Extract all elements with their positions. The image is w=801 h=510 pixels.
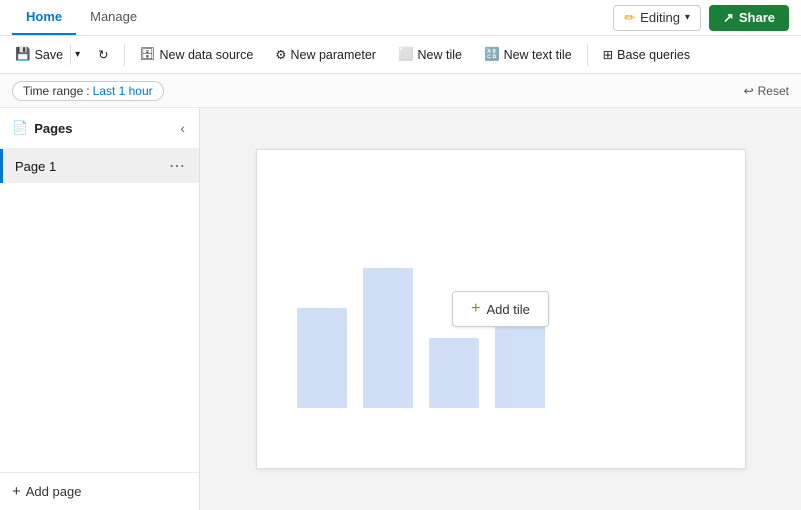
tile-icon: ⬜	[398, 47, 414, 62]
save-dropdown-button[interactable]: ▾	[70, 44, 85, 65]
time-range-value: Last 1 hour	[93, 84, 153, 98]
save-button-group: 💾 Save ▾	[8, 42, 85, 67]
new-tile-label: New tile	[418, 48, 462, 62]
parameter-icon: ⚙	[275, 47, 286, 62]
bar-1	[297, 308, 347, 408]
new-data-source-button[interactable]: 🗄 New data source	[131, 42, 263, 67]
add-page-plus-icon: +	[12, 483, 21, 500]
add-page-button[interactable]: + Add page	[12, 483, 81, 500]
tab-manage[interactable]: Manage	[76, 0, 151, 35]
tab-home[interactable]: Home	[12, 0, 76, 35]
filter-bar: Time range : Last 1 hour ↩ Reset	[0, 74, 801, 108]
page1-more-icon[interactable]: ⋯	[167, 156, 187, 176]
toolbar-divider-1	[124, 44, 125, 66]
bar-3	[429, 338, 479, 408]
canvas-page: + Add tile	[256, 149, 746, 469]
new-data-source-label: New data source	[159, 48, 253, 62]
toolbar-divider-2	[587, 44, 588, 66]
datasource-icon: 🗄	[140, 47, 156, 62]
new-text-tile-button[interactable]: 🔠 New text tile	[475, 42, 581, 67]
chevron-down-icon: ▾	[685, 12, 690, 23]
pages-icon: 📄	[12, 120, 28, 136]
sidebar-footer: + Add page	[0, 472, 199, 510]
add-tile-plus-icon: +	[471, 300, 480, 318]
chart-illustration	[297, 268, 545, 408]
share-label: Share	[739, 10, 775, 25]
reset-icon: ↩	[744, 84, 754, 98]
base-queries-button[interactable]: ⊞ Base queries	[594, 42, 699, 67]
editing-label: Editing	[640, 10, 680, 25]
new-tile-button[interactable]: ⬜ New tile	[389, 42, 471, 67]
base-queries-label: Base queries	[617, 48, 690, 62]
pages-title: Pages	[34, 121, 72, 136]
queries-icon: ⊞	[603, 47, 613, 62]
sidebar-collapse-button[interactable]: ‹	[178, 118, 187, 138]
save-main-button[interactable]: 💾 Save	[8, 42, 70, 67]
sidebar: 📄 Pages ‹ Page 1 ⋯ + Add page	[0, 108, 200, 510]
time-range-separator: :	[86, 84, 89, 98]
time-range-prefix: Time range	[23, 84, 83, 98]
toolbar: 💾 Save ▾ ↻ 🗄 New data source ⚙ New param…	[0, 36, 801, 74]
new-parameter-button[interactable]: ⚙ New parameter	[266, 42, 385, 67]
save-label: Save	[35, 48, 64, 62]
save-icon: 💾	[15, 47, 31, 62]
sidebar-header: 📄 Pages ‹	[0, 108, 199, 149]
sidebar-item-page1[interactable]: Page 1 ⋯	[0, 149, 199, 183]
top-right-actions: ✏ Editing ▾ ↗ Share	[613, 5, 789, 31]
share-button[interactable]: ↗ Share	[709, 5, 789, 31]
editing-button[interactable]: ✏ Editing ▾	[613, 5, 701, 31]
refresh-button[interactable]: ↻	[89, 42, 117, 67]
reset-label: Reset	[758, 84, 789, 98]
share-icon: ↗	[723, 10, 734, 26]
canvas-area: + Add tile	[200, 108, 801, 510]
pages-title-group: 📄 Pages	[12, 120, 73, 136]
tab-bar: Home Manage	[12, 0, 151, 35]
refresh-icon: ↻	[98, 47, 108, 62]
page1-label: Page 1	[15, 159, 56, 174]
new-text-tile-label: New text tile	[504, 48, 572, 62]
bar-2	[363, 268, 413, 408]
pencil-icon: ✏	[624, 10, 635, 26]
add-tile-label: Add tile	[486, 302, 529, 317]
main-layout: 📄 Pages ‹ Page 1 ⋯ + Add page	[0, 108, 801, 510]
add-page-label: Add page	[26, 484, 82, 499]
text-tile-icon: 🔠	[484, 47, 500, 62]
reset-button[interactable]: ↩ Reset	[744, 84, 789, 98]
top-bar: Home Manage ✏ Editing ▾ ↗ Share	[0, 0, 801, 36]
time-range-filter[interactable]: Time range : Last 1 hour	[12, 81, 164, 101]
add-tile-button[interactable]: + Add tile	[452, 291, 549, 327]
new-parameter-label: New parameter	[291, 48, 376, 62]
